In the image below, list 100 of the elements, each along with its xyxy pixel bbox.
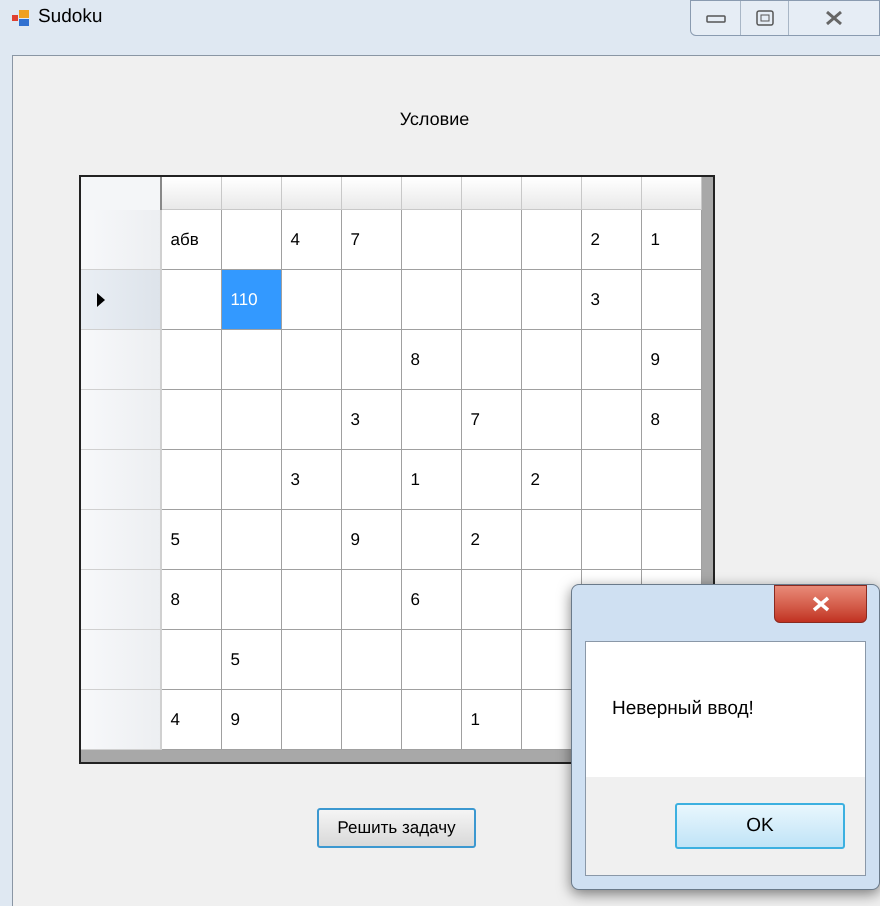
grid-cell[interactable] (342, 450, 402, 510)
grid-cell[interactable]: 7 (462, 390, 522, 450)
grid-cell[interactable] (522, 330, 582, 390)
grid-cell[interactable] (642, 270, 702, 330)
grid-cell[interactable] (282, 390, 342, 450)
row-header[interactable] (80, 690, 162, 750)
cell-value: 5 (170, 528, 180, 551)
grid-cell[interactable] (462, 330, 522, 390)
grid-cell[interactable] (342, 570, 402, 630)
grid-cell[interactable]: 2 (522, 450, 582, 510)
grid-cell[interactable] (402, 210, 462, 270)
grid-cell[interactable] (642, 510, 702, 570)
dialog-message: Неверный ввод! (612, 697, 754, 722)
grid-cell[interactable] (282, 270, 342, 330)
grid-cell[interactable] (162, 450, 222, 510)
row-header[interactable] (80, 510, 162, 570)
grid-cell[interactable] (282, 630, 342, 690)
ok-button[interactable]: OK (675, 803, 845, 849)
grid-cell[interactable] (282, 510, 342, 570)
grid-cell[interactable] (402, 690, 462, 750)
grid-cell[interactable]: 1 (642, 210, 702, 270)
grid-cell[interactable]: 7 (342, 210, 402, 270)
grid-cell[interactable] (222, 510, 282, 570)
grid-cell[interactable]: 8 (642, 390, 702, 450)
column-header[interactable] (402, 177, 462, 210)
grid-cell[interactable] (222, 330, 282, 390)
grid-cell[interactable] (222, 570, 282, 630)
column-header[interactable] (222, 177, 282, 210)
row-header[interactable] (80, 330, 162, 390)
grid-cell[interactable] (402, 510, 462, 570)
grid-cell[interactable] (162, 630, 222, 690)
grid-cell[interactable] (282, 690, 342, 750)
grid-cell[interactable] (342, 690, 402, 750)
grid-cell[interactable]: 6 (402, 570, 462, 630)
grid-cell[interactable]: 5 (162, 510, 222, 570)
grid-cell[interactable]: 4 (282, 210, 342, 270)
grid-cell[interactable] (402, 270, 462, 330)
grid-cell[interactable] (402, 390, 462, 450)
row-header[interactable] (80, 210, 162, 270)
grid-cell[interactable]: 5 (222, 630, 282, 690)
grid-cell[interactable] (162, 390, 222, 450)
grid-cell[interactable] (642, 450, 702, 510)
grid-cell[interactable]: 3 (582, 270, 642, 330)
cell-value: 9 (650, 348, 660, 371)
grid-cell[interactable] (462, 270, 522, 330)
grid-cell[interactable]: 3 (282, 450, 342, 510)
grid-cell[interactable]: 2 (582, 210, 642, 270)
cell-value: 2 (470, 528, 480, 551)
row-header[interactable] (80, 390, 162, 450)
grid-cell[interactable]: 8 (162, 570, 222, 630)
grid-cell[interactable] (582, 510, 642, 570)
grid-cell[interactable] (162, 270, 222, 330)
column-header[interactable] (282, 177, 342, 210)
grid-cell[interactable] (222, 390, 282, 450)
grid-cell[interactable] (462, 570, 522, 630)
column-header[interactable] (642, 177, 702, 210)
grid-cell[interactable] (162, 330, 222, 390)
grid-cell[interactable] (282, 330, 342, 390)
grid-cell[interactable] (522, 270, 582, 330)
grid-cell[interactable]: 9 (642, 330, 702, 390)
cell-value: 6 (410, 588, 420, 611)
grid-cell[interactable] (582, 390, 642, 450)
condition-label: Условие (400, 108, 470, 131)
grid-cell[interactable] (522, 210, 582, 270)
cell-value: 7 (470, 408, 480, 431)
grid-cell[interactable]: 1 (402, 450, 462, 510)
grid-cell[interactable] (342, 330, 402, 390)
grid-cell[interactable]: абв (162, 210, 222, 270)
grid-cell[interactable]: 2 (462, 510, 522, 570)
column-header[interactable] (342, 177, 402, 210)
grid-cell[interactable]: 4 (162, 690, 222, 750)
grid-cell[interactable] (522, 510, 582, 570)
grid-cell[interactable] (582, 330, 642, 390)
column-header[interactable] (162, 177, 222, 210)
column-header[interactable] (582, 177, 642, 210)
column-header[interactable] (522, 177, 582, 210)
grid-cell[interactable]: 9 (342, 510, 402, 570)
grid-cell[interactable]: 9 (222, 690, 282, 750)
minimize-icon (706, 12, 726, 22)
grid-cell[interactable] (462, 210, 522, 270)
row-header[interactable] (80, 630, 162, 690)
grid-cell[interactable] (222, 450, 282, 510)
column-header[interactable] (462, 177, 522, 210)
row-header[interactable] (80, 570, 162, 630)
grid-cell[interactable] (462, 630, 522, 690)
grid-cell[interactable] (402, 630, 462, 690)
row-header[interactable] (80, 450, 162, 510)
grid-cell[interactable] (582, 450, 642, 510)
grid-cell[interactable] (342, 630, 402, 690)
grid-cell[interactable] (342, 270, 402, 330)
grid-cell[interactable]: 1 (462, 690, 522, 750)
grid-cell[interactable] (282, 570, 342, 630)
row-header[interactable] (80, 270, 162, 330)
grid-cell[interactable] (462, 450, 522, 510)
grid-cell[interactable] (222, 210, 282, 270)
close-button[interactable] (774, 585, 867, 623)
grid-cell[interactable]: 3 (342, 390, 402, 450)
grid-cell[interactable] (522, 390, 582, 450)
grid-cell[interactable]: 8 (402, 330, 462, 390)
solve-button[interactable]: Решить задачу (317, 808, 476, 848)
